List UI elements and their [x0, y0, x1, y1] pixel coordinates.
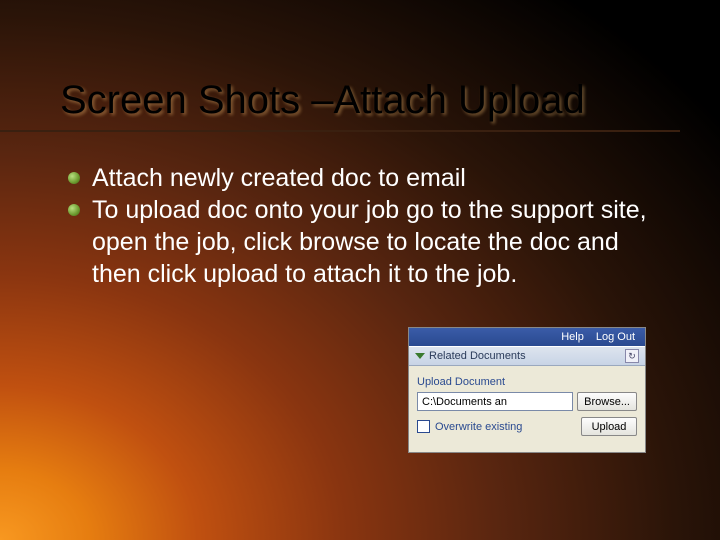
bullet-icon [68, 204, 80, 216]
bullet-icon [68, 172, 80, 184]
panel-topbar: Help Log Out [409, 328, 645, 346]
file-row: C:\Documents an Browse... [417, 392, 637, 411]
list-item: Attach newly created doc to email [68, 162, 660, 194]
help-link[interactable]: Help [561, 331, 584, 343]
title-underline [0, 130, 680, 132]
action-row: Overwrite existing Upload [417, 417, 637, 436]
overwrite-checkbox[interactable]: Overwrite existing [417, 420, 522, 433]
bullet-text: Attach newly created doc to email [92, 162, 660, 194]
list-item: To upload doc onto your job go to the su… [68, 194, 660, 290]
upload-panel-screenshot: Help Log Out Related Documents ↻ Upload … [408, 327, 646, 453]
section-header[interactable]: Related Documents ↻ [409, 346, 645, 366]
slide-title: Screen Shots –Attach Upload [60, 78, 680, 123]
bullet-list: Attach newly created doc to email To upl… [68, 162, 660, 290]
section-label: Related Documents [429, 350, 526, 362]
checkbox-icon [417, 420, 430, 433]
overwrite-label: Overwrite existing [435, 421, 522, 433]
panel-body: Upload Document C:\Documents an Browse..… [409, 366, 645, 452]
chevron-down-icon [415, 353, 425, 359]
browse-button[interactable]: Browse... [577, 392, 637, 411]
logout-link[interactable]: Log Out [596, 331, 635, 343]
file-path-input[interactable]: C:\Documents an [417, 392, 573, 411]
bullet-text: To upload doc onto your job go to the su… [92, 194, 660, 290]
upload-button[interactable]: Upload [581, 417, 637, 436]
upload-label: Upload Document [417, 376, 637, 388]
refresh-icon[interactable]: ↻ [625, 349, 639, 363]
